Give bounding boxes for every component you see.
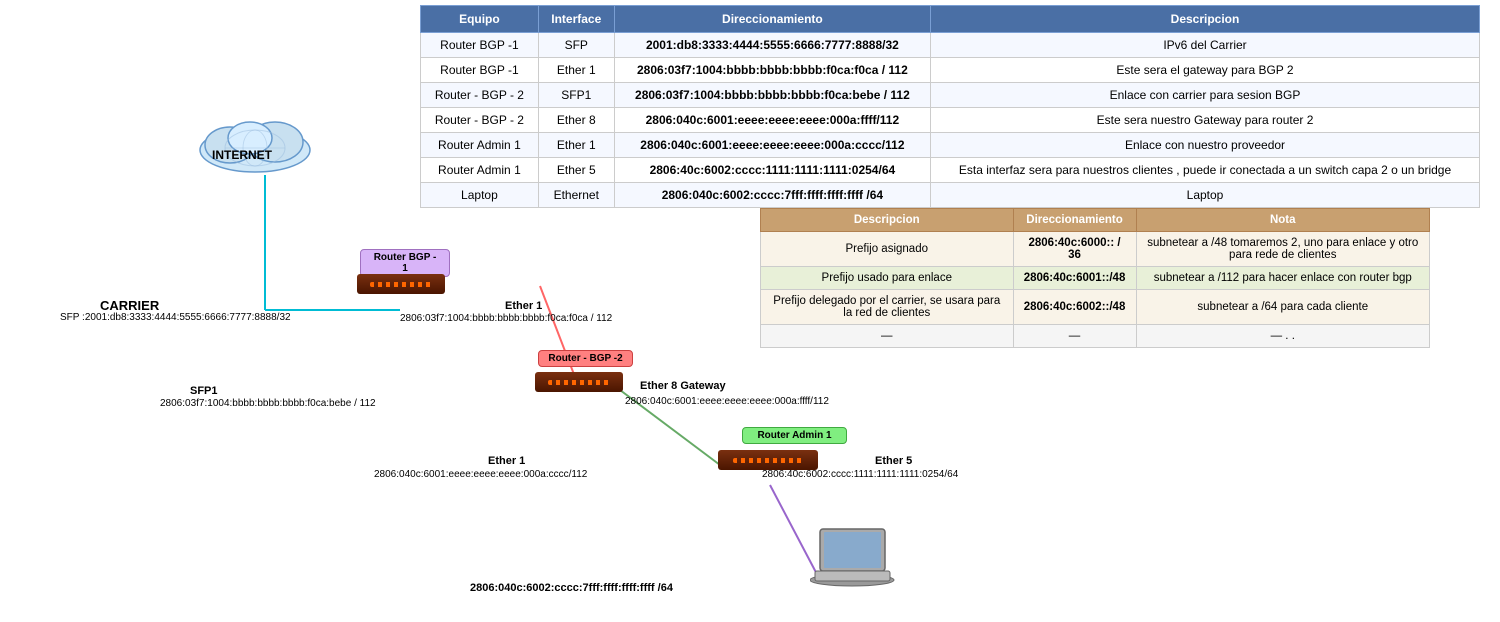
sec-cell-descripcion: Prefijo usado para enlace	[761, 267, 1014, 290]
sec-cell-direccionamiento: 2806:40c:6000:: / 36	[1013, 232, 1136, 267]
ether1-bgp1-label: Ether 1	[505, 300, 542, 312]
sec-cell-direccionamiento: 2806:40c:6002::/48	[1013, 290, 1136, 325]
table-cell-interface: Ether 1	[538, 133, 614, 158]
sec-cell-descripcion: Prefijo delegado por el carrier, se usar…	[761, 290, 1014, 325]
table-cell-direccionamiento: 2001:db8:3333:4444:5555:6666:7777:8888/3…	[614, 33, 930, 58]
ether1-admin1-addr: 2806:040c:6001:eeee:eeee:eeee:000a:cccc/…	[374, 469, 587, 480]
sec-table: Descripcion Direccionamiento Nota Prefij…	[760, 208, 1430, 348]
router-bgp1-badge: Router BGP -1	[360, 249, 450, 277]
sec-cell-direccionamiento: —	[1013, 325, 1136, 348]
sec-table-row: Prefijo asignado2806:40c:6000:: / 36subn…	[761, 232, 1430, 267]
table-cell-interface: Ethernet	[538, 183, 614, 208]
sec-cell-nota: — . .	[1136, 325, 1429, 348]
sec-col-nota: Nota	[1136, 209, 1429, 232]
internet-cloud	[190, 100, 320, 180]
table-cell-interface: SFP1	[538, 83, 614, 108]
table-cell-descripcion: Este sera nuestro Gateway para router 2	[931, 108, 1480, 133]
table-cell-descripcion: Enlace con carrier para sesion BGP	[931, 83, 1480, 108]
sec-cell-descripcion: —	[761, 325, 1014, 348]
sec-col-desc: Descripcion	[761, 209, 1014, 232]
table-cell-interface: Ether 8	[538, 108, 614, 133]
table-cell-descripcion: Enlace con nuestro proveedor	[931, 133, 1480, 158]
col-equipo: Equipo	[421, 6, 539, 33]
router-bgp2-device	[535, 372, 623, 392]
router-bgp2-badge: Router - BGP -2	[538, 350, 633, 367]
sec-cell-nota: subnetear a /112 para hacer enlace con r…	[1136, 267, 1429, 290]
sec-table-row: Prefijo usado para enlace2806:40c:6001::…	[761, 267, 1430, 290]
sec-table-row: Prefijo delegado por el carrier, se usar…	[761, 290, 1430, 325]
table-cell-interface: Ether 1	[538, 58, 614, 83]
table-cell-descripcion: IPv6 del Carrier	[931, 33, 1480, 58]
table-cell-interface: Ether 5	[538, 158, 614, 183]
carrier-sfp-label: SFP :2001:db8:3333:4444:5555:6666:7777:8…	[60, 312, 291, 323]
ether8-gw-addr: 2806:040c:6001:eeee:eeee:eeee:000a:ffff/…	[625, 396, 829, 407]
table-cell-descripcion: Laptop	[931, 183, 1480, 208]
ether5-label: Ether 5	[875, 455, 912, 467]
router-admin1-device	[718, 450, 818, 470]
col-direccionamiento: Direccionamiento	[614, 6, 930, 33]
sec-cell-nota: subnetear a /64 para cada cliente	[1136, 290, 1429, 325]
table-cell-direccionamiento: 2806:03f7:1004:bbbb:bbbb:bbbb:f0ca:f0ca …	[614, 58, 930, 83]
router-bgp1-device	[357, 274, 445, 294]
table-row: Router - BGP - 2SFP12806:03f7:1004:bbbb:…	[421, 83, 1480, 108]
sec-table-row: ——— . .	[761, 325, 1430, 348]
sec-cell-direccionamiento: 2806:40c:6001::/48	[1013, 267, 1136, 290]
col-descripcion: Descripcion	[931, 6, 1480, 33]
carrier-label: CARRIER	[100, 298, 159, 313]
laptop-addr: 2806:040c:6002:cccc:7fff:ffff:ffff:ffff …	[470, 582, 673, 594]
laptop-device	[810, 527, 900, 597]
col-interface: Interface	[538, 6, 614, 33]
table-cell-equipo: Router - BGP - 2	[421, 108, 539, 133]
sfp1-label: SFP1	[190, 385, 218, 397]
table-row: Router Admin 1Ether 12806:040c:6001:eeee…	[421, 133, 1480, 158]
table-cell-equipo: Router Admin 1	[421, 133, 539, 158]
table-cell-interface: SFP	[538, 33, 614, 58]
table-row: Router - BGP - 2Ether 82806:040c:6001:ee…	[421, 108, 1480, 133]
table-cell-equipo: Router BGP -1	[421, 33, 539, 58]
router-admin1-badge: Router Admin 1	[742, 427, 847, 444]
table-cell-direccionamiento: 2806:40c:6002:cccc:1111:1111:1111:0254/6…	[614, 158, 930, 183]
table-cell-direccionamiento: 2806:040c:6001:eeee:eeee:eeee:000a:cccc/…	[614, 133, 930, 158]
table-cell-descripcion: Este sera el gateway para BGP 2	[931, 58, 1480, 83]
table-cell-direccionamiento: 2806:040c:6001:eeee:eeee:eeee:000a:ffff/…	[614, 108, 930, 133]
table-row: LaptopEthernet2806:040c:6002:cccc:7fff:f…	[421, 183, 1480, 208]
sfp1-addr: 2806:03f7:1004:bbbb:bbbb:bbbb:f0ca:bebe …	[160, 398, 376, 409]
internet-label: INTERNET	[212, 148, 272, 162]
table-cell-equipo: Laptop	[421, 183, 539, 208]
ether1-admin1-label: Ether 1	[488, 455, 525, 467]
table-row: Router BGP -1Ether 12806:03f7:1004:bbbb:…	[421, 58, 1480, 83]
ether1-bgp1-addr: 2806:03f7:1004:bbbb:bbbb:bbbb:f0ca:f0ca …	[400, 313, 612, 324]
main-table: Equipo Interface Direccionamiento Descri…	[420, 5, 1480, 208]
sec-col-dir: Direccionamiento	[1013, 209, 1136, 232]
table-row: Router Admin 1Ether 52806:40c:6002:cccc:…	[421, 158, 1480, 183]
ether5-addr: 2806:40c:6002:cccc:1111:1111:1111:0254/6…	[762, 469, 958, 480]
table-cell-equipo: Router BGP -1	[421, 58, 539, 83]
table-row: Router BGP -1SFP2001:db8:3333:4444:5555:…	[421, 33, 1480, 58]
table-cell-direccionamiento: 2806:03f7:1004:bbbb:bbbb:bbbb:f0ca:bebe …	[614, 83, 930, 108]
table-cell-equipo: Router - BGP - 2	[421, 83, 539, 108]
ether8-gw-label: Ether 8 Gateway	[640, 380, 726, 392]
table-cell-descripcion: Esta interfaz sera para nuestros cliente…	[931, 158, 1480, 183]
table-cell-direccionamiento: 2806:040c:6002:cccc:7fff:ffff:ffff:ffff …	[614, 183, 930, 208]
sec-cell-nota: subnetear a /48 tomaremos 2, uno para en…	[1136, 232, 1429, 267]
table-cell-equipo: Router Admin 1	[421, 158, 539, 183]
sec-cell-descripcion: Prefijo asignado	[761, 232, 1014, 267]
